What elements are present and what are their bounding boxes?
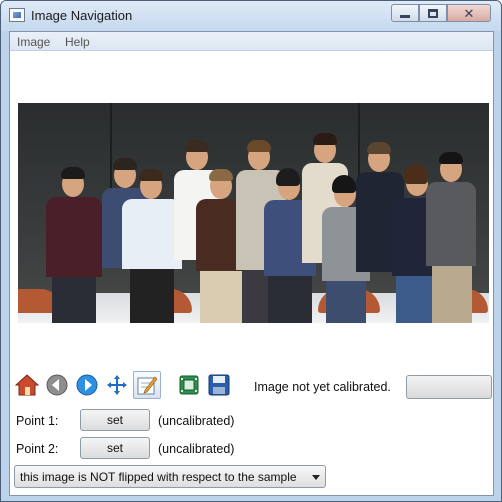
pan-button[interactable] [103,371,131,399]
move-icon [107,375,127,395]
film-icon [179,375,199,395]
flip-select-value: this image is NOT flipped with respect t… [20,470,297,484]
point-2-label: Point 2: [16,442,59,456]
point-1-label: Point 1: [16,414,59,428]
back-arrow-icon [46,374,68,396]
flip-select[interactable]: this image is NOT flipped with respect t… [14,465,326,488]
point-2-set-button[interactable]: set [80,437,150,459]
point-2-status: (uncalibrated) [158,442,235,456]
menu-image[interactable]: Image [17,35,50,49]
calibrate-button[interactable] [406,375,492,399]
back-button[interactable] [43,371,71,399]
minimize-icon [400,14,410,18]
point-1-set-button[interactable]: set [80,409,150,431]
menu-bar: Image Help [10,32,493,51]
maximize-icon [428,8,438,18]
menu-help[interactable]: Help [65,35,90,49]
save-button[interactable] [205,371,233,399]
minimize-button[interactable] [391,4,419,22]
home-icon [15,374,39,396]
save-icon [208,374,230,396]
point-1-status: (uncalibrated) [158,414,235,428]
close-icon: ✕ [463,5,475,21]
edit-icon [137,376,158,395]
chevron-down-icon [312,475,320,480]
app-window: Image Navigation ✕ Image Help Image not … [0,0,502,502]
window-title: Image Navigation [31,8,133,23]
person [422,148,480,323]
client-area: Image Help Image not yet calibrated. Poi… [9,31,494,496]
home-button[interactable] [13,371,41,399]
app-icon [9,8,25,22]
configure-button[interactable] [175,371,203,399]
forward-button[interactable] [73,371,101,399]
maximize-button[interactable] [419,4,447,22]
forward-arrow-icon [76,374,98,396]
close-button[interactable]: ✕ [447,4,491,22]
edit-button[interactable] [133,371,161,399]
image-view[interactable] [18,103,489,323]
calibration-status: Image not yet calibrated. [254,380,391,394]
navigation-toolbar: Image not yet calibrated. [10,365,493,405]
title-bar[interactable]: Image Navigation ✕ [1,1,501,31]
